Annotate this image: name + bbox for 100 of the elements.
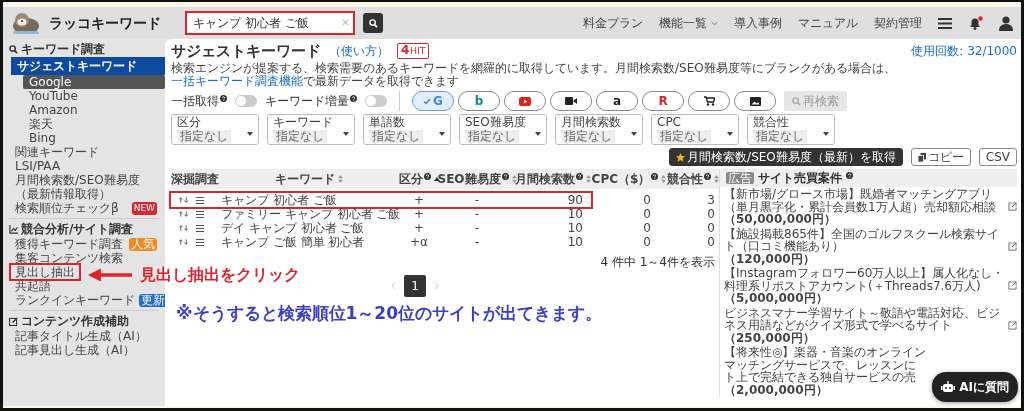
filter-value: 指定なし bbox=[177, 130, 231, 143]
animal-logo-icon bbox=[11, 11, 41, 35]
table-cell-text: 0 bbox=[642, 235, 652, 249]
note-text: ※そうすると検索順位1～20位のサイトが出てきます。 bbox=[176, 303, 602, 323]
ask-ai-button[interactable]: AIに質問 bbox=[932, 372, 1018, 402]
table-cell-text: 0 bbox=[706, 207, 716, 221]
camera-icon bbox=[565, 97, 577, 105]
help-icon bbox=[576, 172, 583, 180]
filter-value: 指定なし bbox=[369, 130, 423, 143]
engine-button[interactable] bbox=[688, 91, 730, 111]
sidebar-badge: 人気 bbox=[129, 237, 157, 251]
bell-icon[interactable] bbox=[968, 15, 983, 31]
keyword-cell[interactable]: ファミリー キャンプ 初心者 ご飯 bbox=[219, 207, 399, 221]
keyword-cell[interactable]: キャンプ ご飯 簡単 初心者 bbox=[219, 235, 399, 249]
external-link-icon bbox=[1008, 320, 1017, 330]
sidebar-item[interactable]: 関連キーワード bbox=[11, 145, 103, 159]
keyword-cell[interactable]: デイ キャンプ 初心者 ご飯 bbox=[219, 221, 399, 235]
list-icon[interactable] bbox=[196, 238, 204, 246]
callout-text: 見出し抽出をクリック bbox=[140, 264, 300, 286]
search-icon bbox=[9, 45, 18, 54]
toggle-switch[interactable] bbox=[235, 95, 257, 107]
toggle-label: キーワード増量 bbox=[265, 93, 349, 110]
help-link[interactable]: （使い方） bbox=[329, 42, 389, 60]
sort-icon bbox=[661, 175, 667, 183]
sort-icon bbox=[338, 175, 343, 183]
edit-icon bbox=[9, 317, 18, 326]
user-icon[interactable] bbox=[999, 15, 1013, 31]
nav-link[interactable]: マニュアル bbox=[798, 14, 858, 32]
engine-button[interactable]: a bbox=[596, 91, 638, 111]
menu-icon[interactable] bbox=[938, 17, 952, 29]
hit-count: 4 bbox=[401, 44, 410, 57]
page-button[interactable]: 1 bbox=[404, 275, 426, 297]
sidebar-subitem[interactable]: 楽天 bbox=[23, 117, 165, 131]
sidebar-item[interactable]: 集客コンテンツ検索 bbox=[11, 251, 127, 265]
list-icon[interactable] bbox=[196, 210, 204, 218]
sidebar-subitem[interactable]: YouTube bbox=[23, 89, 165, 103]
link[interactable]: 一括キーワード調査機能 bbox=[171, 74, 303, 88]
action-button[interactable]: 月間検索数/SEO難易度（最新）を取得 bbox=[669, 148, 903, 166]
engine-button[interactable] bbox=[550, 91, 592, 111]
sidebar-item[interactable]: 記事タイトル生成（AI） bbox=[11, 329, 151, 343]
filter-value: 指定なし bbox=[561, 130, 615, 143]
filter-dropdown[interactable]: CPC 指定なし bbox=[651, 114, 739, 145]
external-link-icon bbox=[1008, 202, 1017, 212]
listing-title[interactable]: ビジネスマナー学習サイト～敬語や電話対応、ビジネス用語などがクイズ形式で学べるサイト bbox=[724, 306, 1005, 332]
engine-button[interactable] bbox=[734, 91, 776, 111]
sidebar-item[interactable]: 月間検索数/SEO難易度 （最新情報取得） bbox=[11, 173, 144, 201]
list-icon[interactable] bbox=[196, 224, 204, 232]
caret-icon bbox=[823, 132, 829, 136]
sidebar-item[interactable]: 記事見出し生成（AI） bbox=[11, 343, 139, 357]
section-heading: 競合分析/サイト調査 bbox=[21, 223, 134, 236]
filter-dropdown[interactable]: 区分 指定なし bbox=[171, 114, 259, 145]
listing-price: （2,000,000円） bbox=[724, 383, 828, 396]
table-cell-text: +α bbox=[409, 235, 429, 249]
filter-dropdown[interactable]: SEO難易度 指定なし bbox=[459, 114, 547, 145]
listing-title[interactable]: 【新市場/グロース市場】既婚者マッチングアプリ（単月黒字化・累計会員数1万人超）売却額応相談 bbox=[724, 188, 1005, 213]
action-button[interactable]: CSV bbox=[978, 148, 1017, 166]
sidebar-subitem[interactable]: Google bbox=[23, 75, 165, 89]
table-cell-text: 0 bbox=[706, 221, 716, 235]
listing-title[interactable]: 【将来性◎】楽器・音楽のオンライン マッチングサービスで、レッスンに ト上で完結できる独自サービスの売 bbox=[724, 346, 927, 384]
keyword-cell[interactable]: キャンプ 初心者 ご飯 bbox=[219, 193, 399, 207]
action-button[interactable]: コピー bbox=[910, 148, 971, 166]
table-cell-text: + bbox=[412, 221, 426, 235]
sidebar-item[interactable]: 獲得キーワード調査 人気 bbox=[11, 237, 161, 251]
search-button[interactable] bbox=[363, 13, 383, 33]
engine-button[interactable]: R bbox=[642, 91, 684, 111]
listing-title[interactable]: 【Instagramフォロワー60万人以上】属人化なし・料理系リポストアカウント(＋Threads7.6万人) bbox=[724, 267, 1005, 292]
nav-link[interactable]: 導入事例 bbox=[734, 14, 782, 32]
table-cell-text: + bbox=[412, 193, 426, 207]
nav-link[interactable]: 機能一覧 bbox=[659, 14, 718, 32]
play-icon bbox=[519, 96, 531, 106]
page-title: サジェストキーワード bbox=[171, 42, 321, 60]
help-icon bbox=[501, 172, 509, 180]
table-cell-text: - bbox=[473, 221, 481, 235]
engine-button[interactable]: b bbox=[458, 91, 500, 111]
table-cell-text: - bbox=[473, 207, 481, 221]
table-cell-text: 90 bbox=[566, 193, 584, 207]
sidebar-subitem[interactable]: Amazon bbox=[23, 103, 165, 117]
sidebar-item[interactable]: LSI/PAA bbox=[11, 159, 65, 173]
robot-icon bbox=[941, 381, 956, 393]
filter-dropdown[interactable]: キーワード 指定なし bbox=[267, 114, 355, 145]
nav-link[interactable]: 料金プラン bbox=[583, 14, 643, 32]
filter-value: 指定なし bbox=[657, 130, 711, 143]
search-field[interactable]: キャンプ 初心者 ご飯 bbox=[185, 11, 355, 35]
table-cell-text: 0 bbox=[642, 221, 652, 235]
image-icon bbox=[749, 96, 761, 106]
nav-link[interactable]: 契約管理 bbox=[874, 14, 922, 32]
filter-dropdown[interactable]: 月間検索数 指定なし bbox=[555, 114, 643, 145]
sidebar-item[interactable]: サジェストキーワード bbox=[11, 57, 165, 75]
listing-title[interactable]: 【施設掲載865件】全国のゴルフスクール検索サイト（口コミ機能あり） bbox=[724, 227, 1005, 253]
column-header: キーワード bbox=[275, 171, 335, 188]
sidebar-item[interactable]: 見出し抽出 bbox=[11, 265, 79, 279]
sidebar-item[interactable]: 検索順位チェックβ NEW bbox=[11, 201, 161, 215]
filter-dropdown[interactable]: 単語数 指定なし bbox=[363, 114, 451, 145]
caret-icon bbox=[343, 132, 349, 136]
list-icon[interactable] bbox=[196, 196, 204, 204]
logo-text: ラッコキーワード bbox=[49, 13, 161, 33]
filter-dropdown[interactable]: 競合性 指定なし bbox=[747, 114, 835, 145]
toggle-switch[interactable] bbox=[365, 95, 387, 107]
help-icon bbox=[846, 171, 853, 179]
sidebar-subitem[interactable]: Bing bbox=[23, 131, 165, 145]
